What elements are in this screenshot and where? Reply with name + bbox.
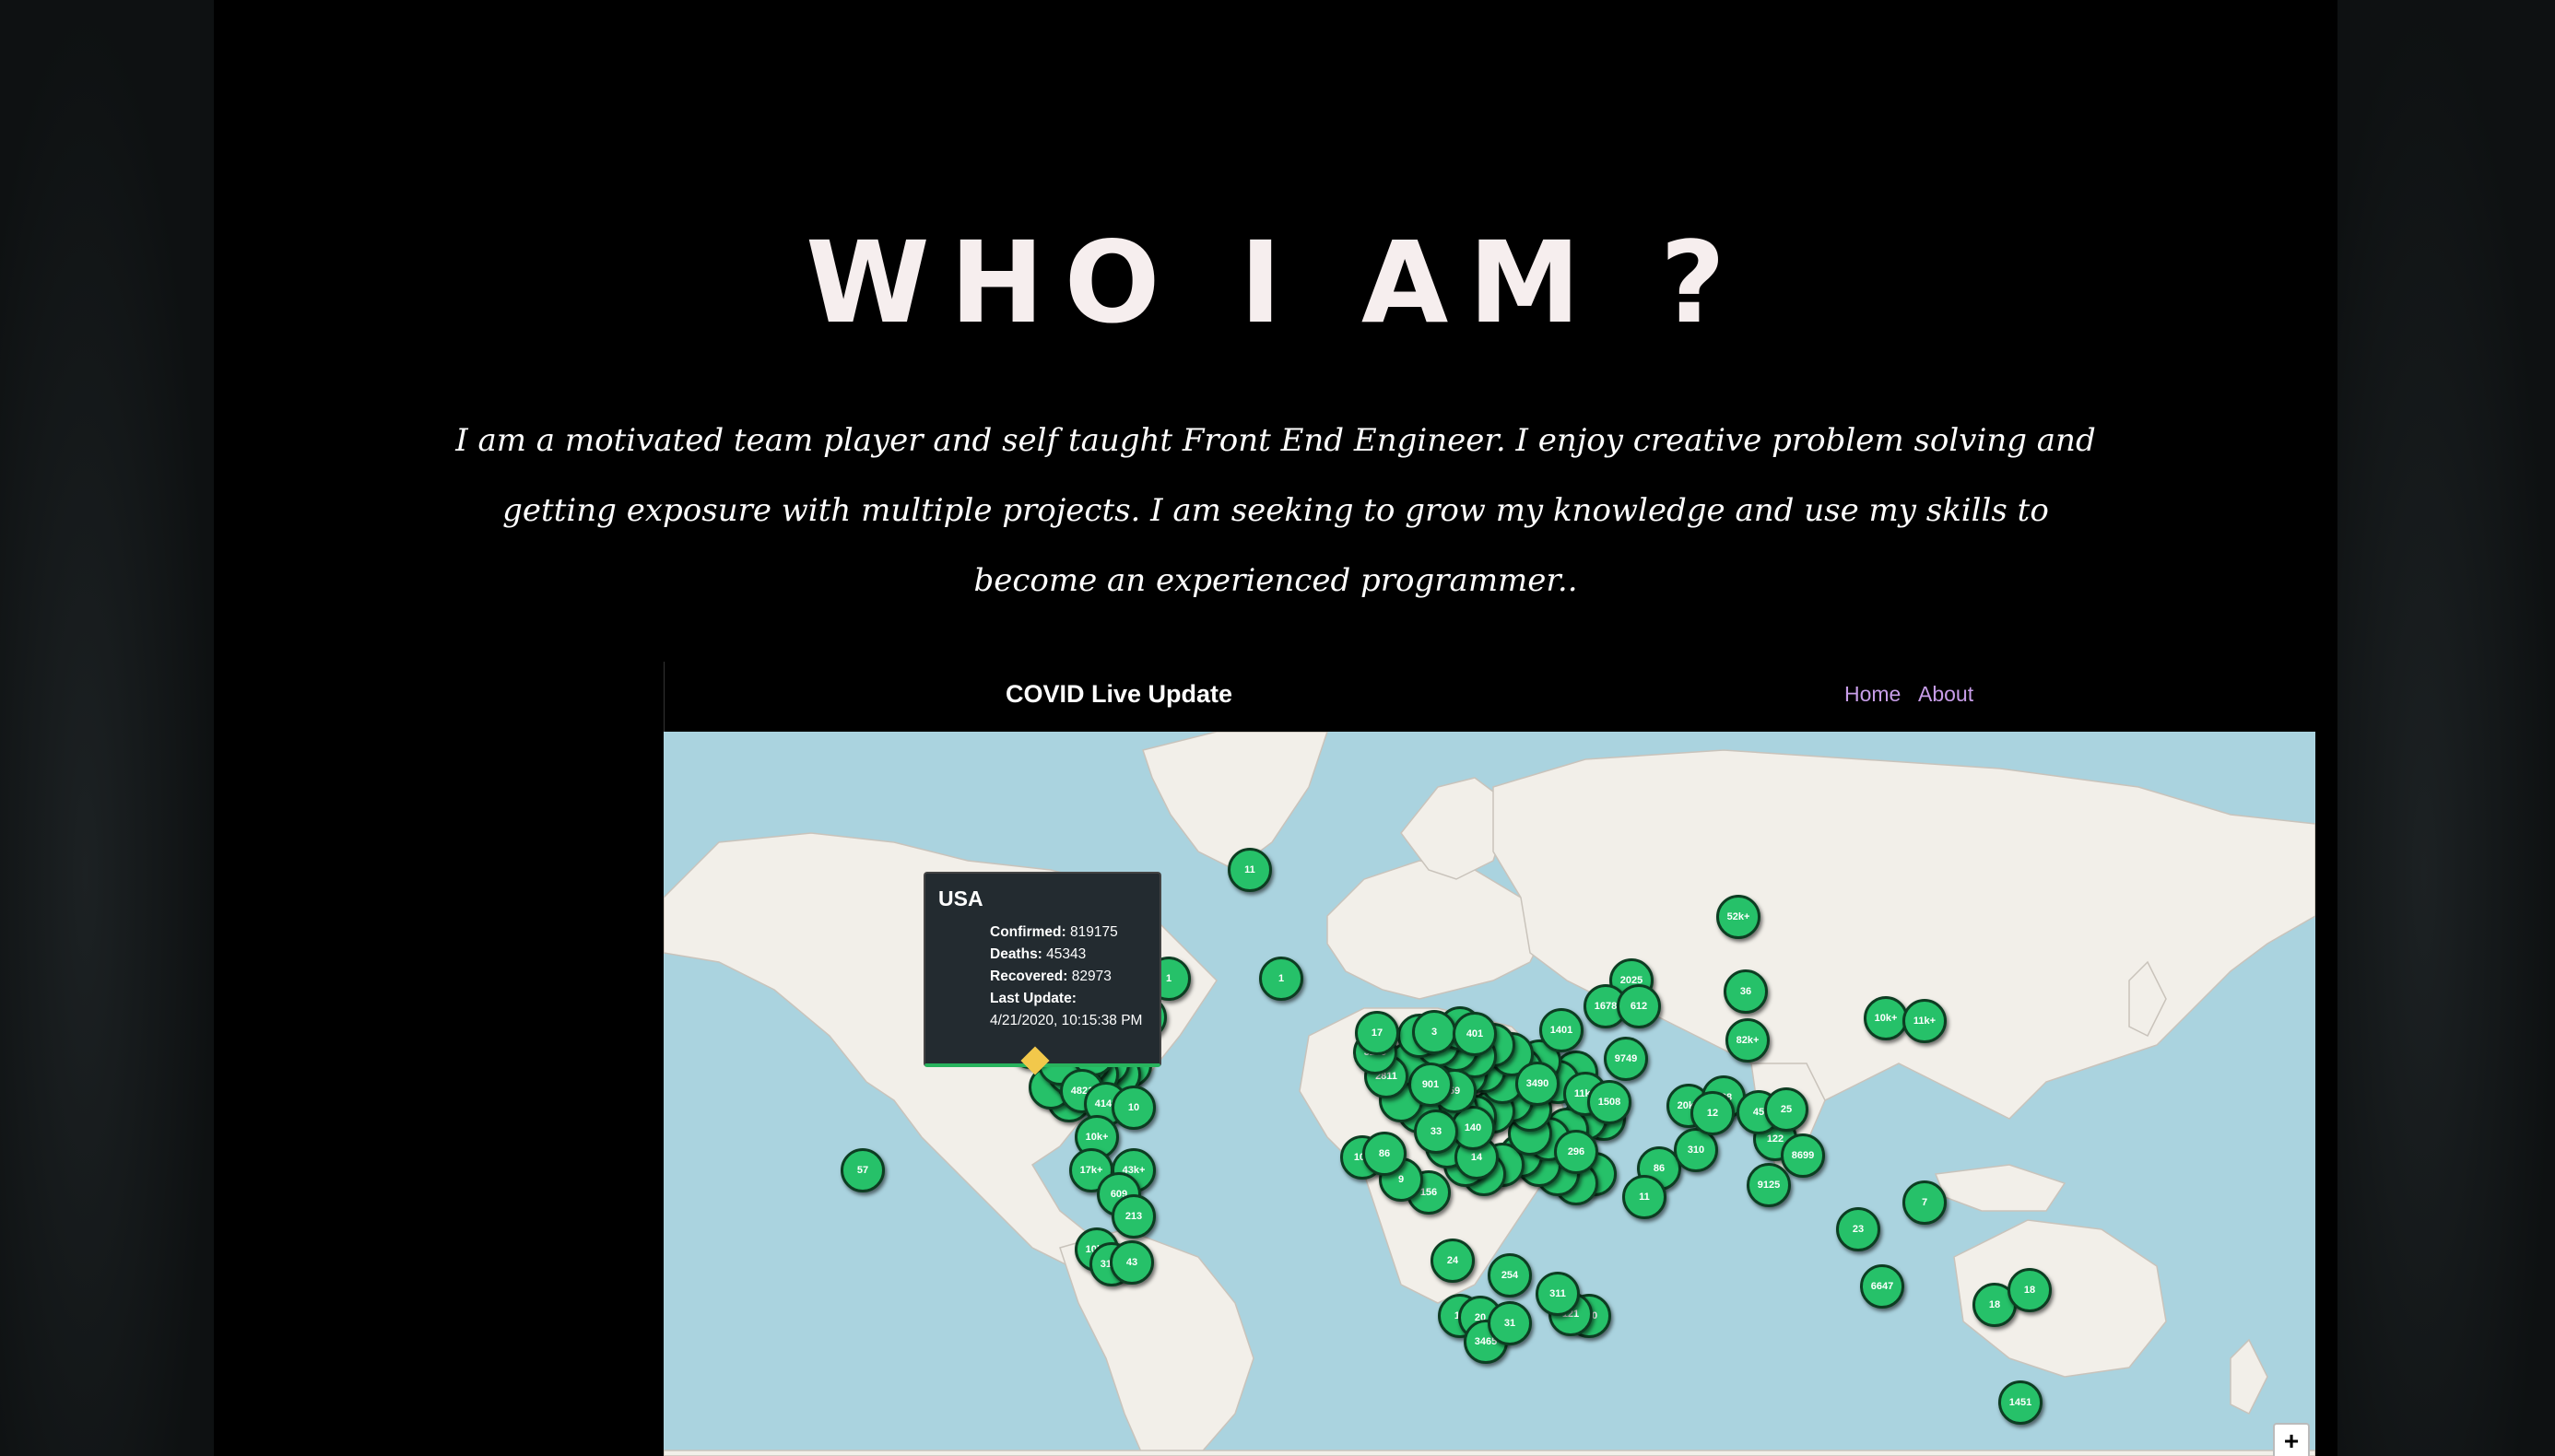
country-popup: USA Confirmed: 819175 Deaths: 45343 Reco… [924, 872, 1161, 1067]
map-marker[interactable]: 11 [1228, 848, 1272, 892]
map-marker[interactable]: 901 [1408, 1063, 1453, 1107]
popup-last-update-row: Last Update: [990, 988, 1152, 1010]
map-marker[interactable]: 7 [1902, 1180, 1947, 1225]
map-marker[interactable]: 8699 [1781, 1133, 1825, 1178]
map-marker[interactable]: 12 [1690, 1091, 1735, 1135]
popup-recovered-row: Recovered: 82973 [990, 966, 1152, 988]
map-marker[interactable]: 296 [1554, 1130, 1598, 1174]
popup-recovered-value: 82973 [1071, 969, 1112, 984]
marker-layer: 1117781857215k+401416k+1810k+96850123348… [664, 732, 2315, 1456]
map-marker[interactable]: 11 [1622, 1175, 1666, 1219]
popup-title: USA [938, 887, 983, 910]
popup-confirmed-value: 819175 [1069, 924, 1118, 940]
popup-last-update-value: 4/21/2020, 10:15:38 PM [990, 1013, 1143, 1028]
app-brand[interactable]: COVID Live Update [1006, 680, 1232, 709]
map-marker[interactable]: 10k+ [1864, 996, 1908, 1040]
popup-body: Confirmed: 819175 Deaths: 45343 Recovere… [990, 922, 1152, 1032]
map-marker[interactable]: 52k+ [1716, 895, 1760, 939]
map-marker[interactable]: 43 [1110, 1240, 1154, 1285]
map-marker[interactable]: 11k+ [1902, 999, 1947, 1043]
section-heading: WHO I AM ? [806, 217, 1746, 348]
map-marker[interactable]: 36 [1724, 969, 1768, 1014]
map-marker[interactable]: 9125 [1747, 1163, 1791, 1207]
map-marker[interactable]: 254 [1488, 1253, 1532, 1297]
map-marker[interactable]: 23 [1836, 1207, 1880, 1251]
map-marker[interactable]: 24 [1431, 1239, 1475, 1283]
map-marker[interactable]: 10 [1112, 1086, 1156, 1130]
popup-confirmed-label: Confirmed: [990, 924, 1066, 940]
popup-deaths-value: 45343 [1046, 946, 1087, 962]
page-background-left [0, 0, 214, 1456]
map-marker[interactable]: 1451 [1998, 1380, 2043, 1425]
map-marker[interactable]: 1401 [1539, 1008, 1584, 1052]
popup-confirmed-row: Confirmed: 819175 [990, 922, 1152, 944]
map-marker[interactable]: 25 [1764, 1087, 1808, 1132]
map-marker[interactable]: 311 [1536, 1272, 1580, 1316]
zoom-control: + − [2273, 1423, 2310, 1456]
app-navbar: COVID Live Update Home About [664, 662, 2315, 732]
popup-deaths-label: Deaths: [990, 946, 1042, 962]
nav-home-link[interactable]: Home [1844, 682, 1901, 707]
zoom-in-button[interactable]: + [2275, 1425, 2308, 1456]
map-marker[interactable]: 18 [2008, 1268, 2052, 1312]
map-marker[interactable]: 86 [1362, 1132, 1407, 1176]
about-section: WHO I AM ? I am a motivated team player … [214, 0, 2337, 1456]
map-marker[interactable]: 3490 [1515, 1062, 1560, 1106]
map-marker[interactable]: 1508 [1587, 1080, 1631, 1124]
page-background-right [2337, 0, 2555, 1456]
map-marker[interactable]: 1 [1259, 957, 1303, 1001]
map-marker[interactable]: 9749 [1604, 1037, 1648, 1081]
map-marker[interactable]: 213 [1112, 1194, 1156, 1239]
map-marker[interactable]: 57 [841, 1148, 885, 1192]
map-marker[interactable]: 33 [1414, 1110, 1458, 1154]
nav-about-link[interactable]: About [1918, 682, 1973, 707]
map-marker[interactable]: 401 [1453, 1012, 1497, 1056]
project-screenshot: COVID Live Update Home About 11 1 4821 4… [664, 662, 2315, 1456]
popup-last-update-label: Last Update: [990, 991, 1077, 1006]
popup-deaths-row: Deaths: 45343 [990, 944, 1152, 966]
popup-recovered-label: Recovered: [990, 969, 1068, 984]
bio-text: I am a motivated team player and self ta… [455, 422, 2096, 599]
map-marker[interactable]: 612 [1617, 984, 1661, 1028]
map-marker[interactable]: 6647 [1860, 1264, 1904, 1309]
map-marker[interactable]: 82k+ [1725, 1018, 1770, 1063]
world-map[interactable]: 1117781857215k+401416k+1810k+96850123348… [664, 732, 2315, 1456]
map-marker[interactable]: 31 [1488, 1301, 1532, 1345]
map-marker[interactable]: 17 [1355, 1011, 1399, 1055]
map-marker[interactable]: 3 [1412, 1010, 1456, 1054]
